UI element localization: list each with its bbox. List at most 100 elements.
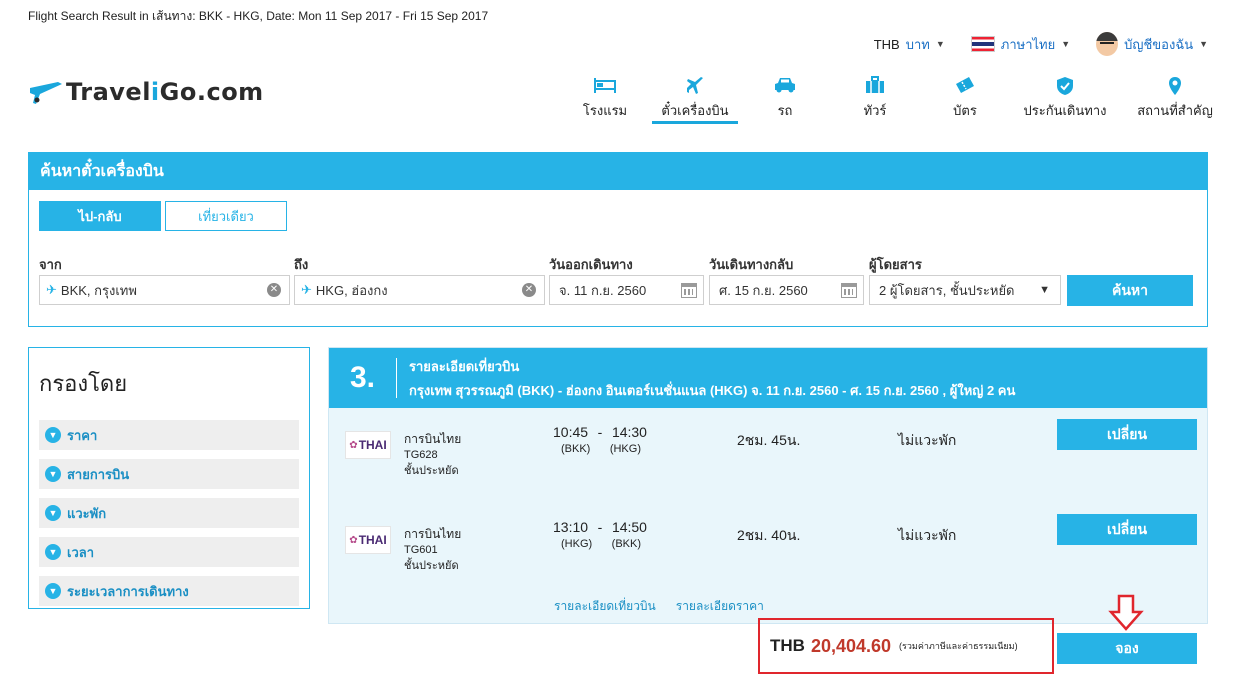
currency-name: บาท	[905, 36, 930, 52]
plane-logo-icon	[30, 82, 62, 104]
arrival-time: 14:30	[611, 424, 647, 440]
nav-label: ตั๋วเครื่องบิน	[661, 103, 729, 118]
change-flight-button[interactable]: เปลี่ยน	[1057, 419, 1197, 450]
filter-label: สายการบิน	[67, 466, 130, 482]
depart-date-value: จ. 11 ก.ย. 2560	[559, 282, 647, 298]
departure-code: (BKK)	[561, 443, 591, 455]
main-nav: โรงแรม ตั๋วเครื่องบิน รถ ทัวร์ บัตร ประก…	[560, 76, 1230, 124]
flight-duration: 2ชม. 40น.	[737, 527, 801, 543]
search-button[interactable]: ค้นหา	[1067, 275, 1193, 306]
filter-stops[interactable]: ▼ แวะพัก	[39, 498, 299, 528]
filter-time[interactable]: ▼ เวลา	[39, 537, 299, 567]
down-arrow-icon	[1108, 594, 1144, 631]
calendar-icon[interactable]	[841, 282, 857, 298]
thai-airways-logo: ✿ THAI	[345, 526, 391, 554]
price-details-link[interactable]: รายละเอียดราคา	[676, 597, 764, 616]
logo-text: TraveliGo.com	[66, 78, 264, 106]
filter-label: แวะพัก	[67, 505, 107, 521]
flight-duration: 2ชม. 45น.	[737, 432, 801, 448]
cabin-class: ชั้นประหยัด	[404, 560, 459, 572]
from-field[interactable]: ✈ BKK, กรุงเทพ ✕	[39, 275, 290, 305]
change-flight-button[interactable]: เปลี่ยน	[1057, 514, 1197, 545]
result-header: 3. รายละเอียดเที่ยวบิน กรุงเทพ สุวรรณภูม…	[329, 348, 1207, 408]
tab-oneway[interactable]: เที่ยวเดียว	[165, 201, 287, 231]
to-field[interactable]: ✈ HKG, ฮ่องกง ✕	[294, 275, 545, 305]
tab-roundtrip[interactable]: ไป-กลับ	[39, 201, 161, 231]
flight-stops: ไม่แวะพัก	[898, 527, 957, 543]
flight-number: TG601	[404, 544, 438, 556]
thai-airways-logo: ✿ THAI	[345, 431, 391, 459]
passenger-select[interactable]: 2 ผู้โดยสาร, ชั้นประหยัด ▼	[869, 275, 1061, 305]
return-date-field[interactable]: ศ. 15 ก.ย. 2560	[709, 275, 864, 305]
filter-label: ระยะเวลาการเดินทาง	[67, 583, 189, 599]
nav-insurance[interactable]: ประกันเดินทาง	[1010, 76, 1120, 124]
language-selector[interactable]: ภาษาไทย ▼	[970, 34, 1070, 55]
flight-pin-icon: ✈	[46, 282, 57, 297]
result-route: กรุงเทพ สุวรรณภูมิ (BKK) - ฮ่องกง อินเตอ…	[409, 382, 1016, 398]
location-pin-icon	[1167, 76, 1183, 98]
filter-panel: กรองโดย ▼ ราคา ▼ สายการบิน ▼ แวะพัก ▼ เว…	[28, 347, 310, 609]
departure-code: (HKG)	[561, 538, 593, 550]
departure-time: 13:10	[553, 519, 589, 535]
depart-date-field[interactable]: จ. 11 ก.ย. 2560	[549, 275, 704, 305]
chevron-down-icon: ▼	[935, 39, 945, 49]
search-title: ค้นหาตั๋วเครื่องบิน	[29, 153, 1207, 190]
language-label: ภาษาไทย	[1000, 36, 1056, 52]
breadcrumb: Flight Search Result in เส้นทาง: BKK - H…	[28, 9, 489, 23]
price-note: (รวมค่าภาษีและค่าธรรมเนียม)	[899, 641, 1018, 651]
book-button[interactable]: จอง	[1057, 633, 1197, 664]
account-label: บัญชีของฉัน	[1124, 36, 1194, 52]
nav-attractions[interactable]: สถานที่สำคัญ	[1120, 76, 1230, 124]
to-label: ถึง	[294, 257, 309, 272]
departure-time: 10:45	[553, 424, 589, 440]
account-menu[interactable]: บัญชีของฉัน ▼	[1096, 32, 1208, 56]
total-price-box: THB 20,404.60 (รวมค่าภาษีและค่าธรรมเนียม…	[758, 618, 1054, 674]
nav-flight[interactable]: ตั๋วเครื่องบิน	[650, 76, 740, 124]
arrival-time: 14:50	[611, 519, 647, 535]
result-body: ✿ THAI การบินไทย TG628 ชั้นประหยัด 10:45 …	[329, 408, 1207, 623]
flight-search-panel: ค้นหาตั๋วเครื่องบิน ไป-กลับ เที่ยวเดียว …	[28, 152, 1208, 327]
nav-car[interactable]: รถ	[740, 76, 830, 124]
car-icon	[774, 76, 796, 98]
price-amount: 20,404.60	[810, 635, 892, 656]
airline-info: การบินไทย TG628 ชั้นประหยัด	[404, 431, 461, 479]
return-label: วันเดินทางกลับ	[709, 257, 794, 272]
nav-label: ทัวร์	[863, 103, 887, 118]
filter-label: ราคา	[67, 427, 98, 443]
nav-tour[interactable]: ทัวร์	[830, 76, 920, 124]
filter-duration[interactable]: ▼ ระยะเวลาการเดินทาง	[39, 576, 299, 606]
result-title: รายละเอียดเที่ยวบิน	[409, 358, 520, 374]
nav-label: บัตร	[953, 103, 977, 118]
plane-icon	[685, 76, 705, 98]
site-logo[interactable]: TraveliGo.com	[28, 78, 264, 106]
flight-times: 13:10 - 14:50 (HKG) (BKK)	[553, 519, 647, 550]
nav-ticket[interactable]: บัตร	[920, 76, 1010, 124]
chevron-down-icon: ▼	[45, 466, 61, 482]
orchid-icon: ✿	[349, 534, 358, 546]
clear-icon[interactable]: ✕	[522, 283, 536, 297]
nav-label: โรงแรม	[582, 103, 628, 118]
from-value: BKK, กรุงเทพ	[60, 282, 137, 298]
trip-type-tabs: ไป-กลับ เที่ยวเดียว	[39, 201, 287, 231]
nav-label: ประกันเดินทาง	[1023, 103, 1107, 118]
chevron-down-icon: ▼	[45, 505, 61, 521]
flight-result-card: 3. รายละเอียดเที่ยวบิน กรุงเทพ สุวรรณภูม…	[328, 347, 1208, 624]
filter-price[interactable]: ▼ ราคา	[39, 420, 299, 450]
currency-code: THB	[873, 36, 900, 52]
passenger-label: ผู้โดยสาร	[869, 257, 922, 272]
airline-name: การบินไทย	[404, 527, 462, 541]
calendar-icon[interactable]	[681, 282, 697, 298]
currency-selector[interactable]: THB บาท ▼	[874, 34, 945, 55]
filter-airline[interactable]: ▼ สายการบิน	[39, 459, 299, 489]
clear-icon[interactable]: ✕	[267, 283, 281, 297]
arrival-code: (HKG)	[609, 443, 641, 455]
chevron-down-icon: ▼	[1199, 39, 1208, 49]
nav-label: รถ	[777, 103, 793, 118]
thai-flag-icon	[970, 36, 995, 52]
avatar	[1096, 32, 1119, 56]
flight-stops: ไม่แวะพัก	[898, 432, 957, 448]
suitcase-icon	[865, 76, 885, 98]
nav-hotel[interactable]: โรงแรม	[560, 76, 650, 124]
flight-details-link[interactable]: รายละเอียดเที่ยวบิน	[554, 597, 656, 616]
chevron-down-icon: ▼	[45, 583, 61, 599]
